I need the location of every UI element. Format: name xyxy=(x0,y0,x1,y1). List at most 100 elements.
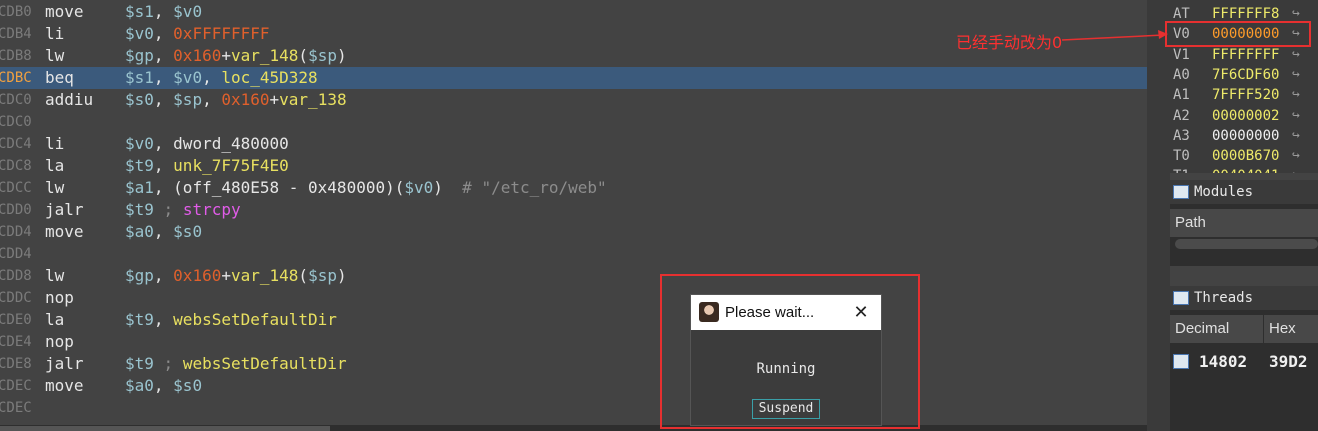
close-icon[interactable]: ✕ xyxy=(851,303,871,323)
operand-token: $t9 xyxy=(125,354,154,373)
pane-splitter[interactable] xyxy=(1147,0,1170,431)
register-name: T1 xyxy=(1173,166,1190,173)
jump-arrow-icon[interactable]: ↪ xyxy=(1292,65,1300,85)
disassembly-view[interactable]: CDB0 move $s1, $v0 CDB4 li $v0, 0xFFFFFFFF CDB… xyxy=(0,0,1147,425)
please-wait-dialog: Please wait... ✕ Running Suspend xyxy=(690,294,882,426)
threads-panel: Decimal Hex 14802 39D2 xyxy=(1170,310,1318,431)
operand-token[interactable]: websSetDefaultDir xyxy=(173,310,337,329)
operand-token: $a0 xyxy=(125,376,154,395)
app-avatar-icon xyxy=(699,302,719,322)
register-value[interactable]: 0000B670 xyxy=(1212,146,1279,166)
operand-token: , xyxy=(202,90,222,109)
disasm-line[interactable]: CDD4 move $a0, $s0 xyxy=(0,221,1147,243)
modules-panel-title[interactable]: Modules xyxy=(1170,180,1318,204)
register-row-v1[interactable]: V1 FFFFFFFF ↪ xyxy=(1170,45,1318,65)
dialog-title: Please wait... xyxy=(725,304,815,321)
disasm-line[interactable]: CDE4 nop xyxy=(0,331,1147,353)
disasm-address: CDB0 xyxy=(0,4,32,20)
jump-arrow-icon[interactable]: ↪ xyxy=(1292,45,1300,65)
operand-token: # "/etc_ro/web" xyxy=(442,178,607,197)
operand-token: $t9 xyxy=(125,310,154,329)
horizontal-scrollbar[interactable] xyxy=(0,425,1147,431)
disasm-line[interactable]: CDD4 xyxy=(0,243,1147,265)
modules-scrollbar[interactable] xyxy=(1175,239,1318,249)
jump-arrow-icon[interactable]: ↪ xyxy=(1292,106,1300,126)
jump-arrow-icon[interactable]: ↪ xyxy=(1292,85,1300,105)
disasm-address: CDCC xyxy=(0,180,32,196)
operand-token: $t9 xyxy=(125,200,154,219)
register-row-t0[interactable]: T0 0000B670 ↪ xyxy=(1170,146,1318,166)
operand-token: 0x160 xyxy=(173,46,222,65)
operand-token[interactable]: websSetDefaultDir xyxy=(183,354,347,373)
threads-icon xyxy=(1173,291,1189,305)
operand-token: $v0 xyxy=(125,24,154,43)
operand-token[interactable]: var_148 xyxy=(231,46,298,65)
register-name: V1 xyxy=(1173,46,1190,63)
register-v0-highlight-box xyxy=(1165,21,1311,47)
operand-token: $a1 xyxy=(125,178,154,197)
jump-arrow-icon[interactable]: ↪ xyxy=(1292,166,1300,173)
disasm-line[interactable]: CDEC xyxy=(0,397,1147,419)
disasm-address: CDDC xyxy=(0,290,32,306)
disasm-mnemonic: la xyxy=(45,310,65,329)
operand-token: $sp xyxy=(308,266,337,285)
register-value[interactable]: 00404041 xyxy=(1212,166,1279,173)
operand-token[interactable]: unk_7F75F4E0 xyxy=(173,156,289,175)
operand-token: $s1 xyxy=(125,2,154,21)
disasm-line[interactable]: CDE8 jalr $t9 ; websSetDefaultDir xyxy=(0,353,1147,375)
register-value[interactable]: 00000000 xyxy=(1212,126,1279,146)
operand-token: , xyxy=(153,266,174,285)
disasm-line[interactable]: CDEC move $a0, $s0 xyxy=(0,375,1147,397)
disasm-mnemonic: nop xyxy=(45,288,74,307)
disasm-line[interactable]: CDC8 la $t9, unk_7F75F4E0 xyxy=(0,155,1147,177)
thread-row[interactable]: 14802 39D2 xyxy=(1170,349,1318,375)
thread-icon xyxy=(1173,354,1189,369)
register-value[interactable]: 7FFFF520 xyxy=(1212,85,1279,105)
disasm-line[interactable]: CDD0 jalr $t9 ; strcpy xyxy=(0,199,1147,221)
disasm-line[interactable]: CDE0 la $t9, websSetDefaultDir xyxy=(0,309,1147,331)
operand-token[interactable]: loc_45D328 xyxy=(221,68,317,87)
suspend-button[interactable]: Suspend xyxy=(752,399,820,419)
threads-decimal-column-header[interactable]: Decimal xyxy=(1170,315,1263,343)
register-value[interactable]: 00000002 xyxy=(1212,106,1279,126)
register-value[interactable]: FFFFFFFF xyxy=(1212,45,1279,65)
disasm-line[interactable]: CDC4 li $v0, dword_480000 xyxy=(0,133,1147,155)
disasm-operands: $v0, 0xFFFFFFFF xyxy=(125,23,270,45)
scrollbar-thumb[interactable] xyxy=(0,426,330,431)
disasm-line[interactable]: CDDC nop xyxy=(0,287,1147,309)
modules-panel: Path xyxy=(1170,204,1318,266)
register-row-a2[interactable]: A2 00000002 ↪ xyxy=(1170,106,1318,126)
dialog-titlebar[interactable]: Please wait... ✕ xyxy=(691,295,881,330)
disasm-mnemonic: lw xyxy=(45,266,65,285)
operand-token[interactable]: var_138 xyxy=(279,90,346,109)
modules-path-column-header[interactable]: Path xyxy=(1170,209,1318,237)
register-value[interactable]: 7F6CDF60 xyxy=(1212,65,1279,85)
register-row-a1[interactable]: A1 7FFFF520 ↪ xyxy=(1170,85,1318,105)
operand-token: , xyxy=(153,376,174,395)
register-row-a3[interactable]: A3 00000000 ↪ xyxy=(1170,126,1318,146)
register-row-a0[interactable]: A0 7F6CDF60 ↪ xyxy=(1170,65,1318,85)
operand-token[interactable]: strcpy xyxy=(183,200,241,219)
disasm-address: CDD4 xyxy=(0,224,32,240)
operand-token: 0x160 xyxy=(221,90,270,109)
disasm-mnemonic: li xyxy=(45,134,65,153)
disasm-line[interactable]: CDC0 xyxy=(0,111,1147,133)
disasm-line-current[interactable]: CDBC beq $s1, $v0, loc_45D328 xyxy=(0,67,1147,89)
disasm-line[interactable]: CDD8 lw $gp, 0x160+var_148($sp) xyxy=(0,265,1147,287)
register-row-t1[interactable]: T1 00404041 ↪ xyxy=(1170,166,1318,173)
operand-token[interactable]: var_148 xyxy=(231,266,298,285)
threads-panel-title[interactable]: Threads xyxy=(1170,286,1318,310)
operand-token: ) xyxy=(336,266,347,285)
disasm-line[interactable]: CDB0 move $s1, $v0 xyxy=(0,1,1147,23)
jump-arrow-icon[interactable]: ↪ xyxy=(1292,146,1300,166)
disasm-address: CDD8 xyxy=(0,268,32,284)
jump-arrow-icon[interactable]: ↪ xyxy=(1292,126,1300,146)
disasm-line[interactable]: CDCC lw $a1, (off_480E58 - 0x480000)($v0) … xyxy=(0,177,1147,199)
threads-hex-column-header[interactable]: Hex xyxy=(1264,315,1318,343)
register-name: A0 xyxy=(1173,66,1190,83)
disasm-line[interactable]: CDC0 addiu $s0, $sp, 0x160+var_138 xyxy=(0,89,1147,111)
operand-token: , xyxy=(153,2,174,21)
disasm-operands: $v0, dword_480000 xyxy=(125,133,289,155)
disasm-address: CDD4 xyxy=(0,246,32,262)
operand-token: + xyxy=(269,90,280,109)
